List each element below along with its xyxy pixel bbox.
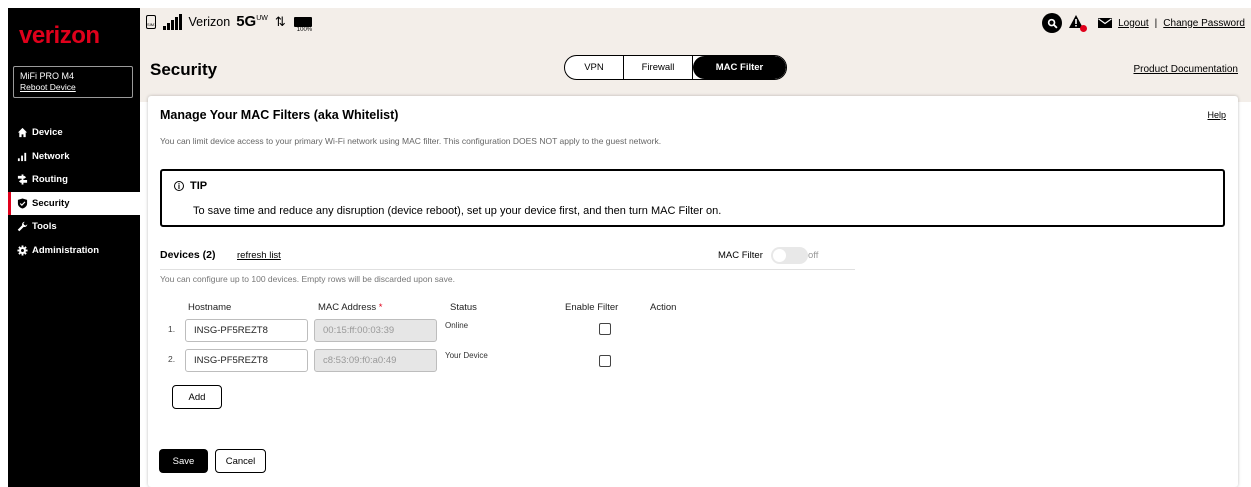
device-limit-text: You can configure up to 100 devices. Emp… <box>160 274 455 284</box>
sim-icon: SIM1 <box>146 14 157 29</box>
sidebar: verizon MiFi PRO M4 Reboot Device Device… <box>8 8 140 487</box>
toggle-knob <box>773 249 786 262</box>
device-name: MiFi PRO M4 <box>20 71 74 81</box>
top-gap <box>0 0 1251 8</box>
carrier-name: Verizon <box>188 14 231 29</box>
mac-filter-toggle-label: MAC Filter <box>718 250 763 261</box>
column-mac-address: MAC Address * <box>318 302 383 313</box>
mac-filter-state: off <box>808 250 819 261</box>
tip-heading: i TIP <box>174 180 207 192</box>
sidebar-item-routing[interactable]: Routing <box>8 168 140 192</box>
signal-bars-icon <box>163 13 182 30</box>
column-action: Action <box>650 302 677 313</box>
data-transfer-icon: ⇅ <box>274 13 286 29</box>
devices-title: Devices (2) <box>160 249 216 261</box>
divider <box>160 269 855 270</box>
device-status: Online <box>445 321 469 330</box>
header-separator: | <box>1154 17 1158 29</box>
security-tabs: VPN Firewall MAC Filter <box>564 55 787 80</box>
routing-icon <box>16 174 28 186</box>
wrench-icon <box>16 221 28 233</box>
mac-address-input <box>314 319 437 342</box>
save-button[interactable]: Save <box>159 449 208 473</box>
sim-label: SIM1 <box>147 21 157 27</box>
row-number: 1. <box>168 324 176 334</box>
mac-filter-card: Manage Your MAC Filters (aka Whitelist) … <box>148 96 1238 487</box>
add-button[interactable]: Add <box>172 385 222 409</box>
network-type-sup: UW <box>256 15 268 22</box>
cancel-button[interactable]: Cancel <box>215 449 266 473</box>
device-box: MiFi PRO M4 Reboot Device <box>13 66 133 98</box>
status-bar: SIM1 Verizon 5GUW ⇅ 100% <box>146 13 312 33</box>
sidebar-item-label: Security <box>32 197 70 209</box>
column-hostname: Hostname <box>188 302 232 313</box>
sidebar-nav: Device Network Routing Security Tools Ad… <box>8 121 140 262</box>
row-number: 2. <box>168 354 176 364</box>
card-title: Manage Your MAC Filters (aka Whitelist) <box>160 108 399 122</box>
search-icon[interactable] <box>1042 13 1063 33</box>
sidebar-item-network[interactable]: Network <box>8 145 140 169</box>
sidebar-item-label: Routing <box>32 174 68 186</box>
device-status: Your Device <box>445 351 488 360</box>
tip-text: To save time and reduce any disruption (… <box>193 205 722 217</box>
verizon-logo: verizon <box>19 22 100 49</box>
product-documentation-link[interactable]: Product Documentation <box>1133 64 1238 75</box>
sidebar-item-label: Administration <box>32 244 100 256</box>
sidebar-item-label: Device <box>32 127 63 139</box>
column-status: Status <box>450 302 477 313</box>
reboot-device-link[interactable]: Reboot Device <box>20 82 126 93</box>
alert-badge <box>1080 25 1088 32</box>
change-password-link[interactable]: Change Password <box>1163 18 1245 29</box>
tip-box: i TIP To save time and reduce any disrup… <box>160 169 1225 227</box>
header: SIM1 Verizon 5GUW ⇅ 100% Logout | Change… <box>140 8 1251 102</box>
header-actions: Logout | Change Password <box>1042 13 1245 33</box>
battery-percent: 100% <box>296 26 313 33</box>
sidebar-item-label: Network <box>32 150 70 162</box>
signal-icon <box>16 150 28 162</box>
page-title: Security <box>150 60 218 79</box>
shield-icon <box>16 197 28 209</box>
battery-icon: 100% <box>293 16 312 33</box>
tab-vpn[interactable]: VPN <box>565 56 624 79</box>
home-icon <box>16 127 28 139</box>
alert-icon[interactable] <box>1068 14 1088 32</box>
required-marker: * <box>378 302 383 313</box>
tab-mac-filter[interactable]: MAC Filter <box>693 56 786 79</box>
mac-address-input <box>314 349 437 372</box>
hostname-input[interactable] <box>185 319 308 342</box>
info-icon: i <box>174 181 184 191</box>
mail-icon[interactable] <box>1098 18 1113 28</box>
mac-filter-toggle[interactable] <box>771 247 808 264</box>
gear-icon <box>16 244 28 256</box>
sidebar-item-administration[interactable]: Administration <box>8 239 140 263</box>
hostname-input[interactable] <box>185 349 308 372</box>
card-description: You can limit device access to your prim… <box>160 136 662 146</box>
sidebar-item-security[interactable]: Security <box>8 191 140 215</box>
sidebar-item-device[interactable]: Device <box>8 121 140 145</box>
sidebar-item-label: Tools <box>32 221 57 233</box>
sidebar-item-tools[interactable]: Tools <box>8 215 140 239</box>
tip-label: TIP <box>190 180 208 192</box>
tab-firewall[interactable]: Firewall <box>624 56 693 79</box>
logout-link[interactable]: Logout <box>1118 18 1149 29</box>
column-enable-filter: Enable Filter <box>565 302 619 313</box>
network-type: 5GUW <box>236 13 268 30</box>
enable-filter-checkbox[interactable] <box>599 323 611 335</box>
help-link[interactable]: Help <box>1207 110 1226 120</box>
enable-filter-checkbox[interactable] <box>599 355 611 367</box>
refresh-list-link[interactable]: refresh list <box>237 250 281 261</box>
